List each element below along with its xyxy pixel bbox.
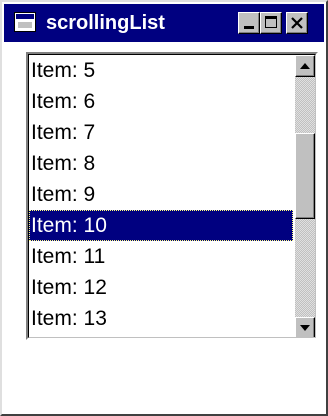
list-item[interactable]: Item: 13	[29, 303, 293, 334]
list-item[interactable]: Item: 6	[29, 86, 293, 117]
app-window: scrollingList Item: 5 Item: 6 Item: 7 It…	[0, 0, 328, 416]
window-icon[interactable]	[14, 12, 36, 32]
window-title: scrollingList	[46, 12, 165, 34]
scroll-thumb[interactable]	[295, 133, 315, 219]
close-icon	[287, 13, 307, 33]
scroll-down-button[interactable]	[295, 317, 315, 337]
list-item[interactable]: Item: 8	[29, 148, 293, 179]
minimize-button[interactable]	[238, 12, 260, 34]
title-bar[interactable]: scrollingList	[4, 4, 324, 42]
arrow-down-icon	[300, 325, 310, 331]
list-item[interactable]: Item: 12	[29, 272, 293, 303]
scrolling-list[interactable]: Item: 5 Item: 6 Item: 7 Item: 8 Item: 9 …	[26, 52, 318, 340]
minimize-icon	[244, 26, 254, 29]
maximize-button[interactable]	[260, 12, 282, 34]
close-button[interactable]	[286, 12, 308, 34]
list-item[interactable]: Item: 9	[29, 179, 293, 210]
maximize-icon	[265, 16, 277, 28]
list-item[interactable]: Item: 5	[29, 55, 293, 86]
scroll-up-button[interactable]	[295, 55, 315, 77]
list-item[interactable]: Item: 7	[29, 117, 293, 148]
list-item[interactable]: Item: 11	[29, 241, 293, 272]
list-items: Item: 5 Item: 6 Item: 7 Item: 8 Item: 9 …	[29, 55, 293, 337]
list-item-selected[interactable]: Item: 10	[29, 210, 293, 241]
vertical-scrollbar[interactable]	[295, 55, 315, 337]
arrow-up-icon	[300, 63, 310, 69]
